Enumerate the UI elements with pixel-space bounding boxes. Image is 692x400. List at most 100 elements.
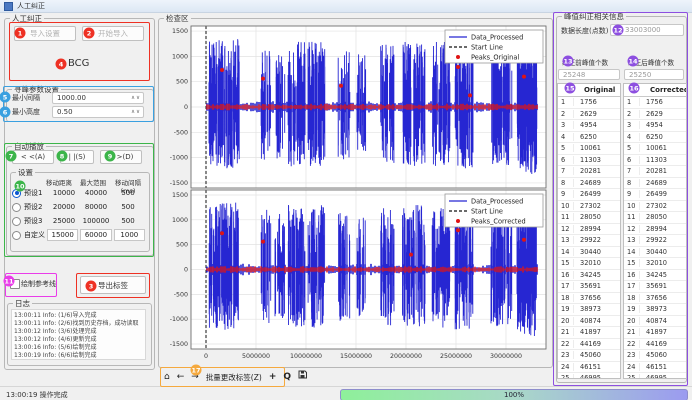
peak-sample-value: 29922 xyxy=(574,236,620,244)
table-row[interactable]: 1837656 xyxy=(558,293,620,305)
table-row[interactable]: 2446151 xyxy=(558,362,620,374)
min-height-spinner[interactable]: 0.50 ∧∨ xyxy=(52,106,144,118)
forward-icon[interactable]: → xyxy=(191,370,199,385)
spinner-updown-icon[interactable]: ∧∨ xyxy=(131,109,143,115)
table-row[interactable]: 926499 xyxy=(624,189,686,201)
import-settings-button[interactable]: 导入设置 xyxy=(14,26,76,41)
log-textarea[interactable]: 13:00:11 Info: (1/6)导入完成13:00:11 Info: (… xyxy=(11,309,146,360)
back-icon[interactable]: ← xyxy=(177,370,185,385)
preset-value-input[interactable]: 15000 xyxy=(47,229,78,241)
peak-sample-value: 10061 xyxy=(640,144,686,152)
table-row[interactable]: 720281 xyxy=(624,166,686,178)
start-import-button[interactable]: 开始导入 xyxy=(82,26,144,41)
table-row[interactable]: 2141897 xyxy=(558,327,620,339)
home-icon[interactable]: ⌂ xyxy=(164,370,170,385)
table-row[interactable]: 824689 xyxy=(558,178,620,190)
svg-text:30000000: 30000000 xyxy=(490,353,522,360)
table-row[interactable]: 2244169 xyxy=(624,339,686,351)
reference-line-checkbox[interactable] xyxy=(10,279,20,289)
step-back-button[interactable]: < <(A) xyxy=(12,150,54,164)
zoom-icon[interactable]: Q xyxy=(283,370,291,385)
table-row[interactable]: 22629 xyxy=(558,109,620,121)
table-row[interactable]: 2345060 xyxy=(624,350,686,362)
table-row[interactable]: 2040874 xyxy=(624,316,686,328)
preset-value: 100000 xyxy=(80,217,112,225)
table-row[interactable]: 1027302 xyxy=(624,201,686,213)
corrected-peaks-table[interactable]: Corrected 117562262934954462505100616113… xyxy=(623,83,687,379)
preset-radio-1[interactable] xyxy=(12,189,21,198)
table-row[interactable]: 720281 xyxy=(558,166,620,178)
table-row[interactable]: 2345060 xyxy=(558,350,620,362)
table-row[interactable]: 824689 xyxy=(624,178,686,190)
table-row[interactable]: 1329922 xyxy=(624,235,686,247)
table-row[interactable]: 1634245 xyxy=(558,270,620,282)
table-row[interactable]: 2546995 xyxy=(558,373,620,379)
table-row[interactable]: 1128050 xyxy=(558,212,620,224)
batch-edit-labels-button[interactable]: 批量更改标签(Z) xyxy=(206,372,262,383)
preset-radio-2[interactable] xyxy=(12,203,21,212)
peak-sample-value: 28050 xyxy=(574,213,620,221)
table-row[interactable]: 1735691 xyxy=(558,281,620,293)
peak-sample-value: 41897 xyxy=(640,328,686,336)
table-row[interactable]: 1735691 xyxy=(624,281,686,293)
table-row[interactable]: 2446151 xyxy=(624,362,686,374)
chart-peaks-corrected[interactable]: -1500-1000-50005001000150005000000100000… xyxy=(163,189,549,363)
table-row[interactable]: 1228994 xyxy=(558,224,620,236)
peaks-after-field[interactable]: 25250 xyxy=(624,69,684,80)
peaks-before-field[interactable]: 25248 xyxy=(558,69,620,80)
table-row[interactable]: 1532010 xyxy=(624,258,686,270)
table-row[interactable]: 1938973 xyxy=(558,304,620,316)
table-row[interactable]: 34954 xyxy=(558,120,620,132)
table-row[interactable]: 22629 xyxy=(624,109,686,121)
table-row[interactable]: 46250 xyxy=(558,132,620,144)
export-labels-button[interactable]: 导出标签 xyxy=(80,276,146,294)
row-index: 2 xyxy=(558,110,574,118)
preset-value-input[interactable]: 1000 xyxy=(114,229,145,241)
table-row[interactable]: 34954 xyxy=(624,120,686,132)
figure-toolbar: ⌂ ← → 批量更改标签(Z) + Q xyxy=(164,370,307,385)
pause-button[interactable]: | |(S) xyxy=(60,150,94,164)
min-interval-spinner[interactable]: 1000.00 ∧∨ xyxy=(52,92,144,104)
original-peaks-table[interactable]: Original 1175622629349544625051006161130… xyxy=(557,83,621,379)
table-row[interactable]: 1329922 xyxy=(558,235,620,247)
step-forward-button[interactable]: > >(D) xyxy=(100,150,142,164)
peak-sample-value: 6250 xyxy=(640,133,686,141)
table-row[interactable]: 1430440 xyxy=(558,247,620,259)
table-row[interactable]: 510061 xyxy=(624,143,686,155)
spinner-updown-icon[interactable]: ∧∨ xyxy=(131,95,143,101)
table-row[interactable]: 1837656 xyxy=(624,293,686,305)
save-icon[interactable] xyxy=(298,370,307,385)
row-index: 4 xyxy=(558,133,574,141)
preset-value-input[interactable]: 60000 xyxy=(80,229,111,241)
table-row[interactable]: 11756 xyxy=(624,97,686,109)
table-row[interactable]: 510061 xyxy=(558,143,620,155)
table-row[interactable]: 1430440 xyxy=(624,247,686,259)
chart-peaks-original[interactable]: -1500-1000-500050010001500Data_Processed… xyxy=(163,22,549,189)
table-row[interactable]: 1027302 xyxy=(558,201,620,213)
table-row[interactable]: 926499 xyxy=(558,189,620,201)
table-row[interactable]: 46250 xyxy=(624,132,686,144)
table-row[interactable]: 1128050 xyxy=(624,212,686,224)
svg-text:-1000: -1000 xyxy=(170,316,188,323)
table-row[interactable]: 1532010 xyxy=(558,258,620,270)
preset-radio-4[interactable] xyxy=(12,231,21,240)
table-row[interactable]: 2546995 xyxy=(624,373,686,379)
data-length-field[interactable]: 33003000 xyxy=(610,24,684,36)
table-row[interactable]: 1938973 xyxy=(624,304,686,316)
table-row[interactable]: 611303 xyxy=(558,155,620,167)
row-index: 7 xyxy=(624,167,640,175)
preset-value: 80000 xyxy=(80,203,112,211)
pan-icon[interactable]: + xyxy=(269,370,277,385)
table-row[interactable]: 1228994 xyxy=(624,224,686,236)
table-row[interactable]: 2244169 xyxy=(558,339,620,351)
svg-text:1000: 1000 xyxy=(172,53,188,60)
table-row[interactable]: 611303 xyxy=(624,155,686,167)
table-row[interactable]: 2141897 xyxy=(624,327,686,339)
peak-sample-value: 24689 xyxy=(574,179,620,187)
preset-radio-3[interactable] xyxy=(12,217,21,226)
preset-value: 500 xyxy=(112,189,144,197)
table-row[interactable]: 2040874 xyxy=(558,316,620,328)
table-row[interactable]: 1634245 xyxy=(624,270,686,282)
table-row[interactable]: 11756 xyxy=(558,97,620,109)
peak-sample-value: 37656 xyxy=(574,294,620,302)
